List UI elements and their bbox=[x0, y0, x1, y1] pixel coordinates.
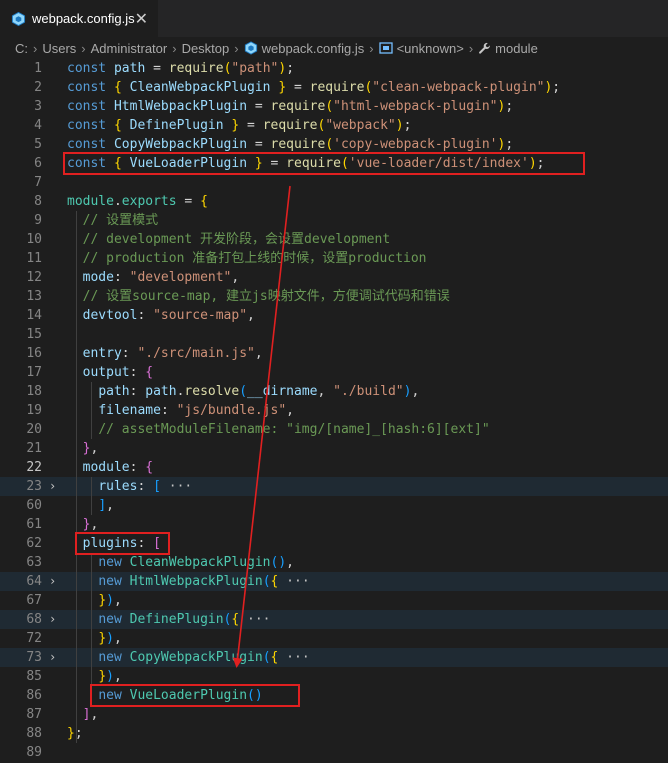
annotation-arrow bbox=[232, 185, 291, 668]
